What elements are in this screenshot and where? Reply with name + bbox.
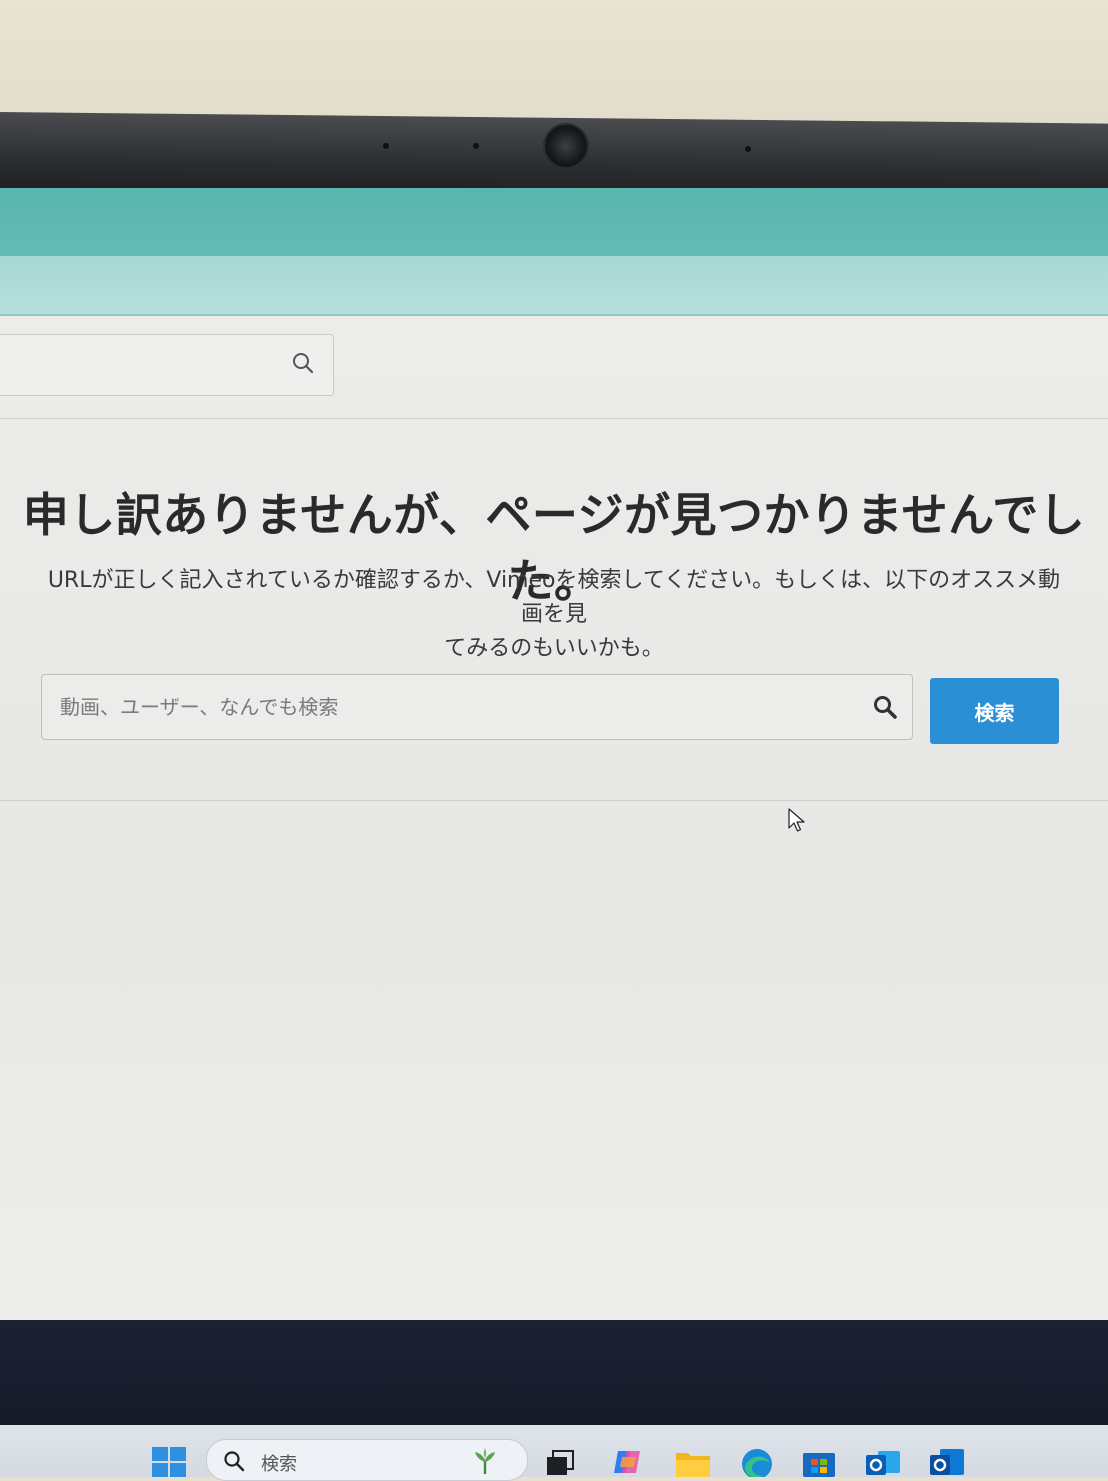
section-divider: [0, 800, 1108, 801]
search-icon: [223, 1450, 245, 1476]
edge-icon[interactable]: [740, 1447, 772, 1479]
windows-taskbar: 検索: [0, 1425, 1108, 1481]
outlook-classic-icon[interactable]: [930, 1447, 964, 1477]
windows-start-icon[interactable]: [152, 1447, 186, 1481]
search-field[interactable]: [41, 674, 913, 740]
search-icon[interactable]: [872, 694, 898, 724]
task-view-icon[interactable]: [545, 1447, 575, 1477]
error-description: URLが正しく記入されているか確認するか、Vimeoを検索してください。もしくは…: [40, 564, 1068, 666]
search-icon[interactable]: [291, 351, 315, 379]
search-input[interactable]: [42, 675, 842, 739]
header-search-input[interactable]: [0, 334, 334, 396]
copilot-icon[interactable]: [612, 1447, 642, 1477]
browser-title-bar: [0, 188, 1108, 258]
outlook-icon[interactable]: [866, 1447, 900, 1477]
background-wall: [0, 0, 1108, 130]
file-explorer-icon[interactable]: [676, 1447, 710, 1477]
search-button[interactable]: 検索: [930, 678, 1059, 744]
sensor-dot: [473, 143, 479, 149]
description-line: てみるのもいいかも。: [444, 636, 664, 661]
lower-bezel: [0, 1320, 1108, 1430]
mouse-cursor-icon: [788, 808, 806, 838]
store-icon[interactable]: [803, 1447, 835, 1477]
browser-toolbar: [0, 256, 1108, 317]
screen: 申し訳ありませんが、ページが見つかりませんでした。 URLが正しく記入されている…: [0, 188, 1108, 1328]
taskbar-search-label: 検索: [261, 1454, 297, 1475]
description-line: URLが正しく記入されているか確認するか、Vimeoを検索してください。もしくは…: [47, 568, 1061, 627]
webcam: [545, 125, 587, 167]
sensor-dot: [383, 143, 389, 149]
site-header: [0, 316, 1108, 419]
widgets-plant-icon[interactable]: [471, 1448, 499, 1478]
vimeo-page: 申し訳ありませんが、ページが見つかりませんでした。 URLが正しく記入されている…: [0, 316, 1108, 1328]
sensor-dot: [745, 146, 751, 152]
taskbar-search[interactable]: 検索: [206, 1439, 528, 1481]
